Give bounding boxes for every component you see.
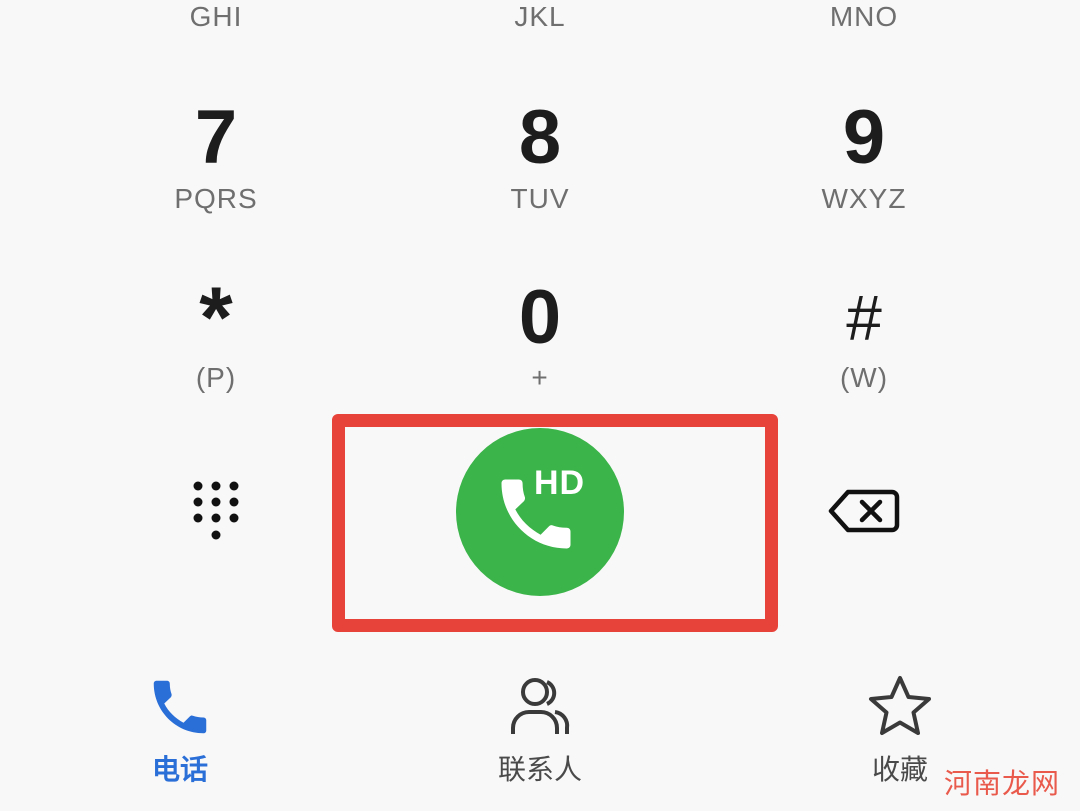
key-letters: TUV xyxy=(510,183,570,214)
contacts-icon xyxy=(511,678,570,734)
backspace-button[interactable] xyxy=(828,488,900,534)
key-letters: WXYZ xyxy=(821,183,907,214)
phone-icon xyxy=(153,680,207,734)
hd-call-button[interactable]: HD xyxy=(456,428,624,596)
dialpad-toggle-button[interactable] xyxy=(188,478,244,544)
hd-badge: HD xyxy=(534,464,586,502)
dialpad-icon xyxy=(193,481,239,540)
key-0[interactable]: 0 + xyxy=(390,280,690,393)
key-letters: (P) xyxy=(195,362,237,393)
key-9[interactable]: 9 WXYZ xyxy=(714,100,1014,214)
tab-phone[interactable]: 电话 xyxy=(100,672,260,788)
star-icon xyxy=(869,676,931,735)
tab-contacts[interactable]: 联系人 xyxy=(460,672,620,788)
key-8[interactable]: 8 TUV xyxy=(390,100,690,214)
key-digit: 7 xyxy=(194,95,238,180)
tab-label: 电话 xyxy=(151,754,208,785)
key-letters: PQRS xyxy=(174,183,258,214)
call-area: HD xyxy=(332,414,778,632)
key-hash[interactable]: # (W) xyxy=(714,280,1014,393)
key-digit: 0 xyxy=(518,275,562,360)
key-digit: 9 xyxy=(842,95,886,180)
key-letters: (W) xyxy=(839,362,889,393)
tab-label: 联系人 xyxy=(497,754,582,785)
key-digit: # xyxy=(846,282,882,354)
key-7[interactable]: 7 PQRS xyxy=(66,100,366,214)
key-digit: * xyxy=(199,270,233,366)
key-letters: + xyxy=(531,362,549,393)
key-star[interactable]: * (P) xyxy=(66,270,366,393)
backspace-icon xyxy=(828,489,900,533)
watermark-text: 河南龙网 xyxy=(944,768,1061,799)
key-digit: 8 xyxy=(518,95,562,180)
